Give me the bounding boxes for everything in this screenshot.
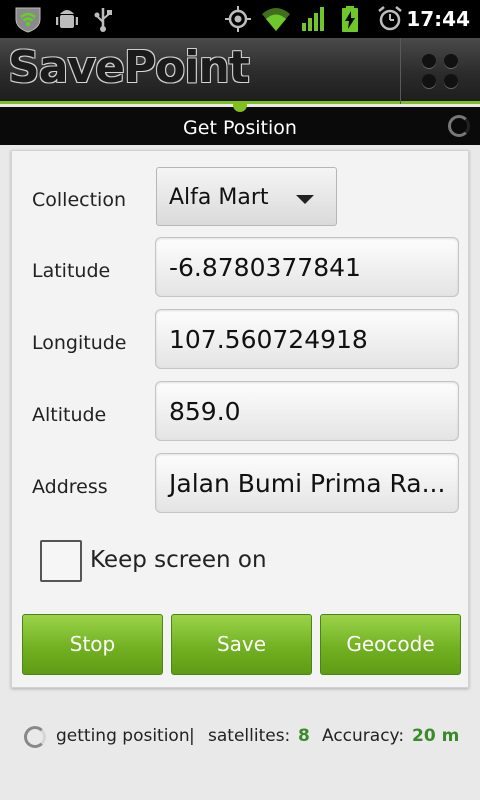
footer-separator: |	[189, 726, 195, 746]
wifi-signal-icon	[262, 8, 290, 31]
altitude-field[interactable]: 859.0	[155, 381, 459, 441]
altitude-value: 859.0	[169, 397, 241, 426]
progress-spinner-icon	[24, 726, 46, 748]
position-status: getting position	[56, 726, 190, 746]
menu-button[interactable]	[401, 38, 480, 104]
dropdown-arrow-icon	[296, 195, 314, 204]
status-footer: getting position | satellites: 8 Accurac…	[0, 720, 480, 752]
cell-signal-icon	[302, 7, 324, 31]
latitude-label: Latitude	[32, 260, 111, 282]
keep-screen-on-label[interactable]: Keep screen on	[90, 547, 267, 573]
longitude-field[interactable]: 107.560724918	[155, 309, 459, 369]
usb-icon	[94, 8, 112, 32]
geocode-button[interactable]: Geocode	[320, 614, 461, 675]
address-label: Address	[32, 476, 108, 498]
satellites-count: 8	[298, 726, 310, 746]
longitude-label: Longitude	[32, 332, 127, 354]
collection-label: Collection	[32, 189, 126, 211]
screen-title: Get Position	[183, 117, 297, 139]
collection-dropdown[interactable]: Alfa Mart	[156, 167, 337, 226]
accuracy-value: 20 m	[412, 726, 460, 746]
longitude-value: 107.560724918	[169, 325, 368, 354]
accuracy-label: Accuracy:	[322, 726, 405, 746]
keep-screen-on-checkbox[interactable]	[40, 540, 82, 582]
app-header: SavePoint	[0, 38, 480, 104]
save-button[interactable]: Save	[171, 614, 312, 675]
status-bar: 17:44	[0, 0, 480, 38]
screen-title-bar: Get Position	[0, 104, 480, 145]
stop-button[interactable]: Stop	[22, 614, 163, 675]
battery-charging-icon	[342, 6, 358, 32]
gps-icon	[225, 6, 251, 32]
address-value: Jalan Bumi Prima Ra...	[169, 469, 446, 498]
alarm-icon	[378, 6, 402, 31]
latitude-value: -6.8780377841	[169, 253, 361, 282]
android-debug-icon	[56, 10, 78, 28]
latitude-field[interactable]: -6.8780377841	[155, 237, 459, 297]
accent-notch	[233, 104, 247, 112]
status-clock: 17:44	[406, 7, 470, 31]
shield-wifi-icon	[15, 7, 41, 33]
satellites-label: satellites:	[208, 726, 291, 746]
collection-value: Alfa Mart	[169, 185, 269, 210]
address-field[interactable]: Jalan Bumi Prima Ra...	[155, 453, 459, 513]
loading-spinner-icon	[448, 115, 470, 137]
app-logo: SavePoint	[8, 42, 250, 93]
altitude-label: Altitude	[32, 404, 107, 426]
